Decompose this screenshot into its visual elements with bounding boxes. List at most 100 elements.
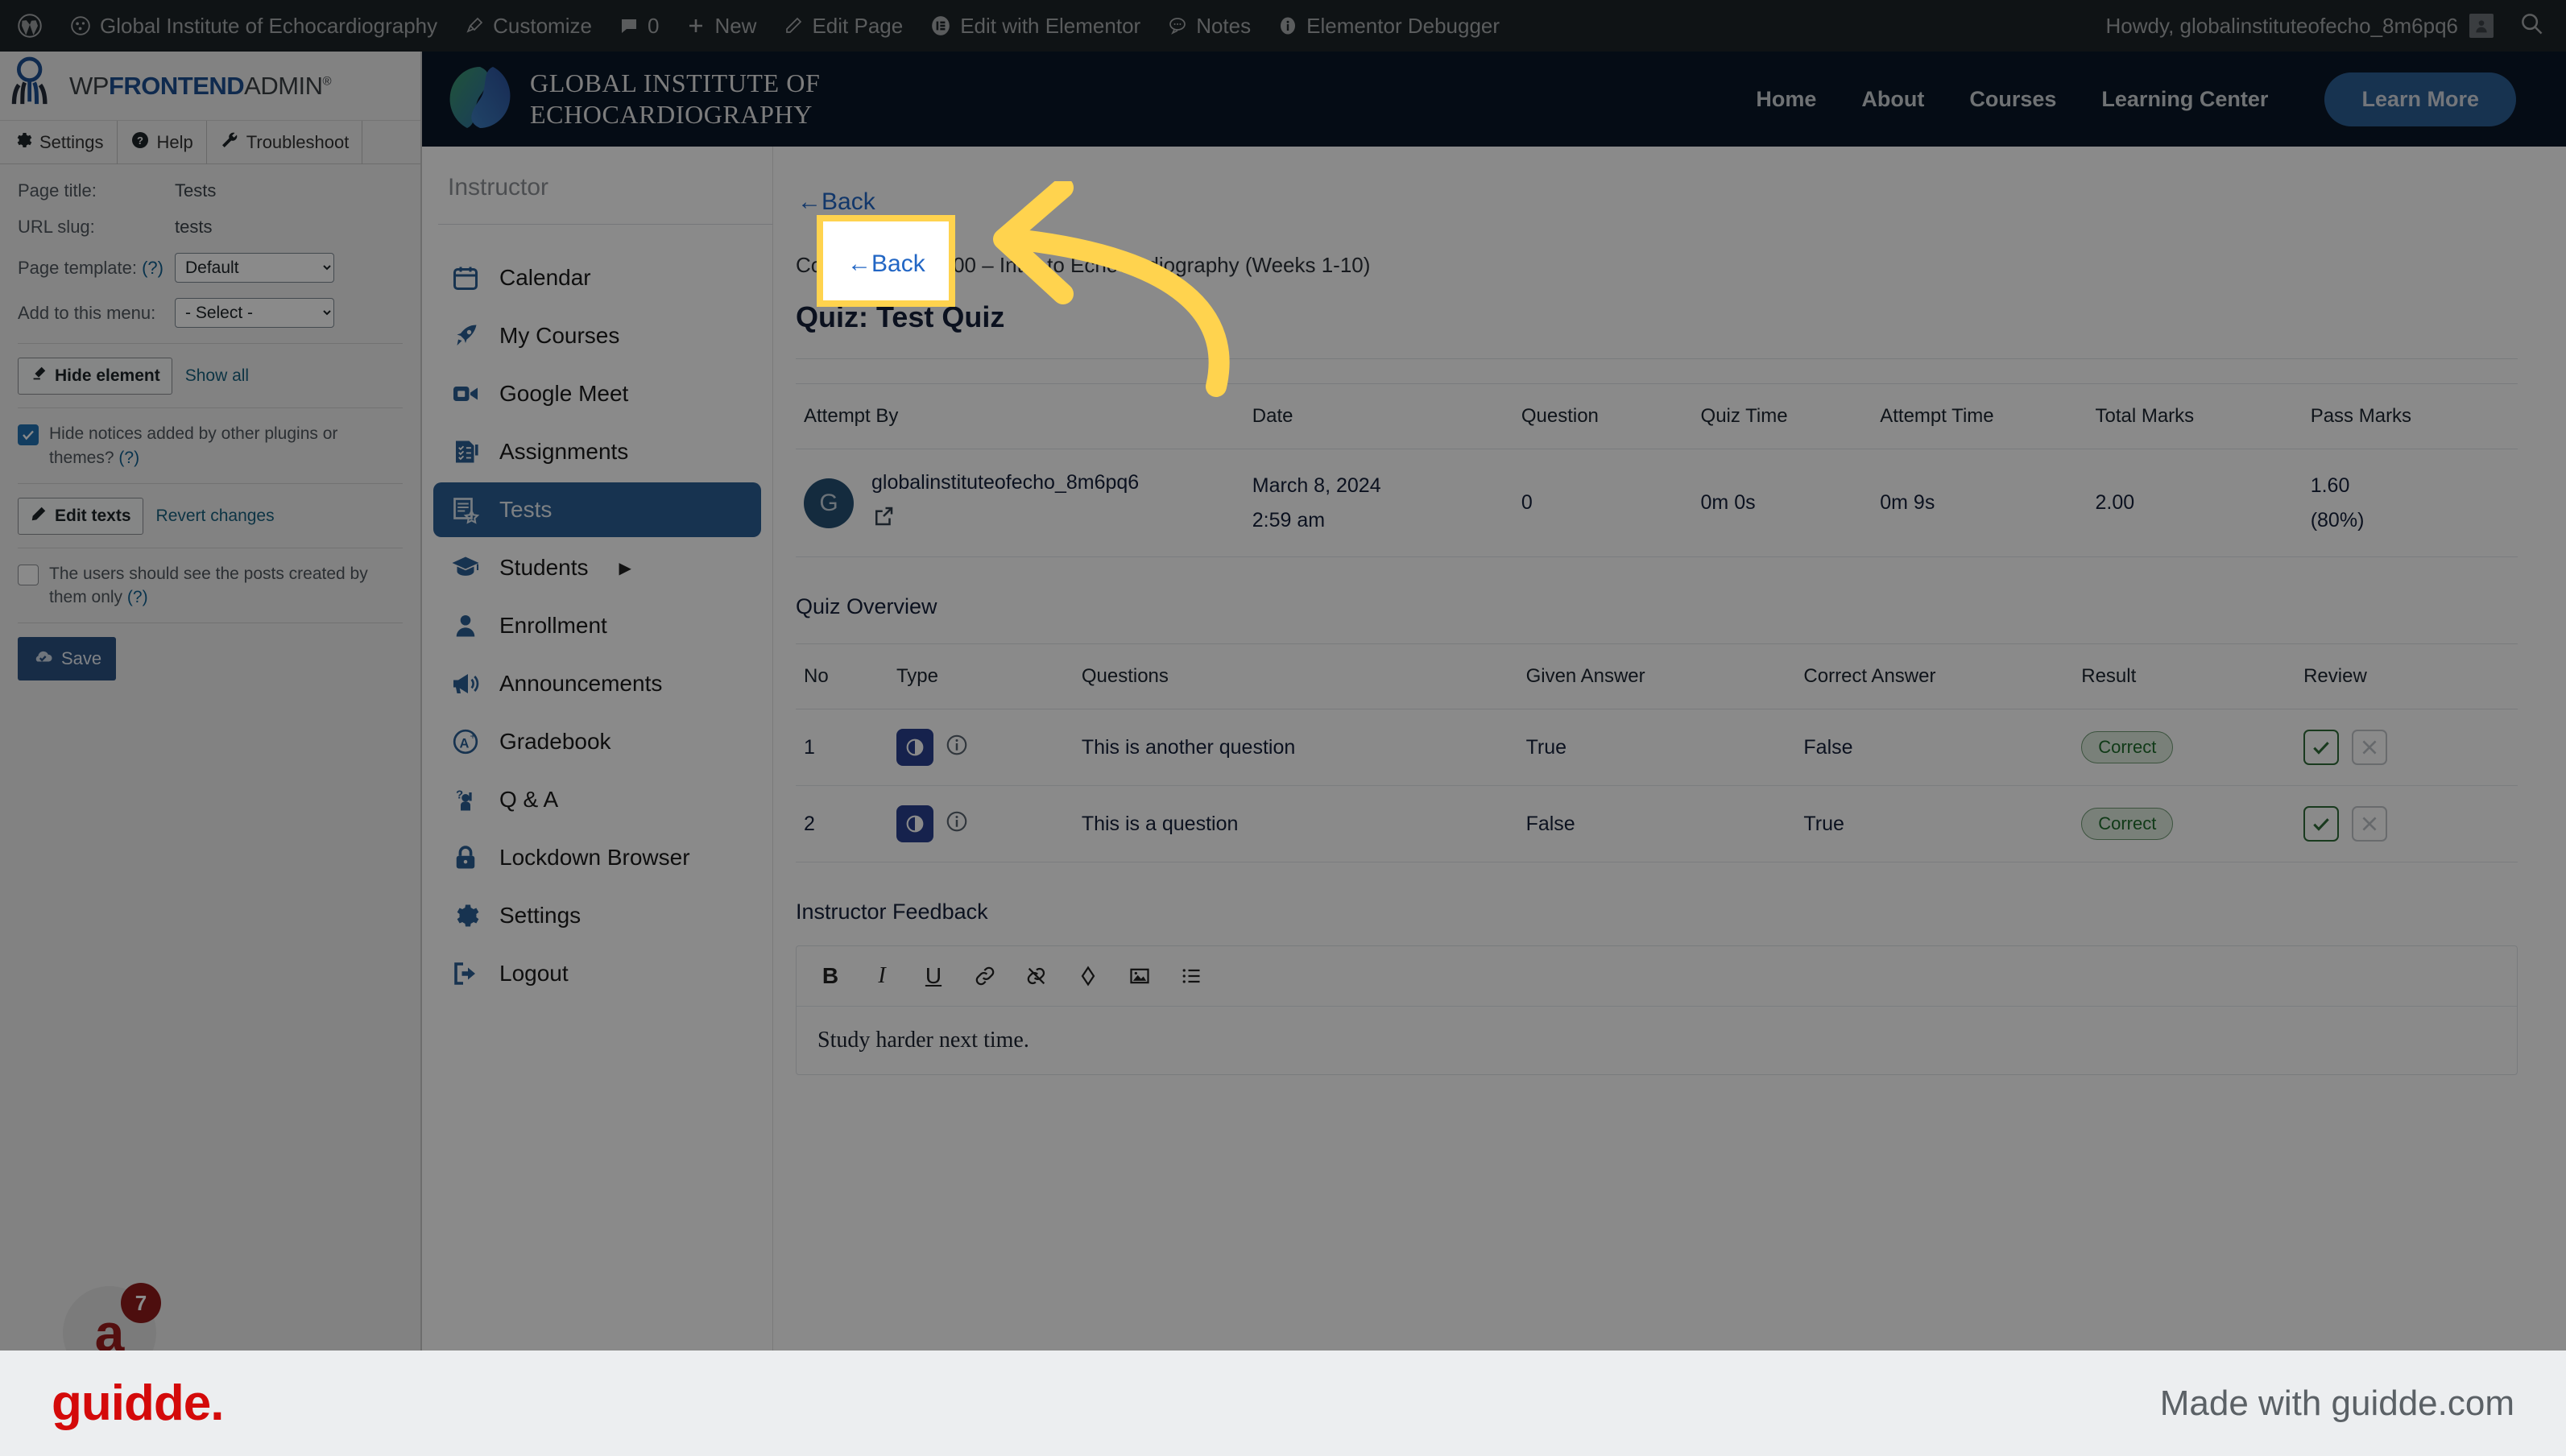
edit-texts-row: Edit texts Revert changes (18, 497, 403, 535)
sidebar-item-assignments[interactable]: Assignments (433, 424, 761, 479)
admin-bar-customize[interactable]: Customize (451, 0, 606, 52)
cell-no: 1 (796, 709, 888, 786)
highlighted-back-button[interactable]: ← Back (817, 215, 955, 307)
table-header-row: No Type Questions Given Answer Correct A… (796, 643, 2518, 709)
feedback-textarea[interactable]: Study harder next time. (797, 1007, 2517, 1074)
underline-icon[interactable]: U (921, 962, 946, 990)
page-title-value[interactable]: Tests (175, 180, 216, 201)
cell-question: This is a question (1073, 785, 1518, 862)
image-icon[interactable] (1127, 962, 1153, 990)
person-icon (449, 611, 482, 640)
hide-notices-checkbox[interactable] (18, 424, 39, 445)
sidebar-item-calendar[interactable]: Calendar (433, 250, 761, 305)
hide-notices-help-icon[interactable]: (?) (118, 449, 139, 467)
admin-bar-edit-page[interactable]: Edit Page (770, 0, 917, 52)
learn-more-button[interactable]: Learn More (2324, 72, 2516, 126)
admin-bar-howdy[interactable]: Howdy, globalinstituteofecho_8m6pq6 (2106, 14, 2506, 39)
users-posts-only-checkbox[interactable] (18, 564, 39, 585)
divider (18, 482, 403, 484)
nav-item-learning-center[interactable]: Learning Center (2101, 87, 2268, 112)
page-template-help-icon[interactable]: (?) (142, 258, 163, 278)
sidebar-item-label: Logout (499, 961, 569, 986)
url-slug-value[interactable]: tests (175, 217, 212, 238)
new-label: New (714, 13, 757, 38)
tab-troubleshoot[interactable]: Troubleshoot (207, 121, 363, 164)
link-icon[interactable] (972, 962, 998, 990)
mark-correct-button[interactable] (2303, 806, 2340, 842)
highlight-icon[interactable] (1075, 962, 1101, 990)
sidebar-item-gradebook[interactable]: A + Gradebook (433, 714, 761, 769)
users-posts-only-help-icon[interactable]: (?) (127, 588, 148, 606)
sidebar-item-label: Announcements (499, 671, 663, 696)
admin-bar-site-name[interactable]: Global Institute of Echocardiography (56, 0, 451, 52)
list-icon[interactable] (1178, 962, 1204, 990)
cell-date: March 8, 2024 2:59 am (1244, 449, 1513, 557)
type-wrapper (896, 729, 1066, 766)
hide-notices-row[interactable]: Hide notices added by other plugins or t… (18, 422, 403, 470)
users-posts-only-text: The users should see the posts created b… (49, 564, 368, 607)
col-no: No (796, 643, 888, 709)
mark-correct-button[interactable] (2303, 730, 2340, 765)
add-menu-select[interactable]: - Select - (175, 298, 334, 328)
info-circle-icon[interactable] (945, 809, 969, 839)
sidebar-item-qa[interactable]: ? Q & A (433, 772, 761, 827)
sidebar-item-google-meet[interactable]: Google Meet (433, 366, 761, 421)
certificate-icon (449, 495, 482, 524)
admin-bar-elementor-debugger[interactable]: Elementor Debugger (1264, 0, 1513, 52)
admin-bar-notes[interactable]: Notes (1154, 0, 1264, 52)
sidebar-item-tests[interactable]: Tests (433, 482, 761, 537)
col-questions: Questions (1073, 643, 1518, 709)
sidebar-item-announcements[interactable]: Announcements (433, 656, 761, 711)
chat-unread-badge: 7 (121, 1283, 161, 1323)
unlink-icon[interactable] (1024, 962, 1049, 990)
external-link-icon[interactable] (871, 504, 1139, 534)
col-pass-marks: Pass Marks (2302, 383, 2518, 449)
site-name-label: Global Institute of Echocardiography (100, 13, 438, 38)
show-all-link[interactable]: Show all (185, 366, 249, 386)
nav-item-courses[interactable]: Courses (1969, 87, 2056, 112)
cell-type (888, 785, 1074, 862)
site-brand[interactable]: GLOBAL INSTITUTE OF ECHOCARDIOGRAPHY (448, 64, 820, 135)
search-icon[interactable] (2506, 11, 2548, 41)
review-buttons (2303, 806, 2510, 842)
cell-given-answer: True (1517, 709, 1796, 786)
mark-incorrect-button[interactable] (2352, 730, 2388, 765)
attempt-by-name: globalinstituteofecho_8m6pq6 (871, 471, 1140, 494)
sidebar-item-enrollment[interactable]: Enrollment (433, 598, 761, 653)
sidebar-item-lockdown-browser[interactable]: Lockdown Browser (433, 830, 761, 885)
tab-help[interactable]: ? Help (118, 121, 207, 164)
page-template-select[interactable]: Default (175, 253, 334, 283)
save-button[interactable]: Save (18, 637, 117, 681)
admin-bar-comments[interactable]: 0 (606, 0, 673, 52)
users-posts-only-row[interactable]: The users should see the posts created b… (18, 562, 403, 610)
italic-icon[interactable]: I (869, 962, 895, 990)
sidebar-item-my-courses[interactable]: My Courses (433, 308, 761, 363)
wordmark-mid: FRONTEND (108, 71, 245, 100)
question-person-icon: ? (449, 785, 482, 814)
edit-texts-button[interactable]: Edit texts (18, 497, 143, 535)
admin-bar-new[interactable]: New (673, 0, 770, 52)
nav-item-home[interactable]: Home (1756, 87, 1816, 112)
mark-incorrect-button[interactable] (2352, 806, 2388, 842)
info-icon (1278, 16, 1297, 35)
wordpress-logo-menu[interactable] (0, 0, 56, 52)
sidebar-item-settings[interactable]: Settings (433, 888, 761, 943)
hide-notices-label: Hide notices added by other plugins or t… (49, 422, 403, 470)
info-circle-icon[interactable] (945, 733, 969, 763)
url-slug-label: URL slug: (18, 217, 95, 237)
elementor-debugger-label: Elementor Debugger (1306, 13, 1500, 38)
hide-element-button[interactable]: Hide element (18, 358, 172, 395)
nav-item-about[interactable]: About (1861, 87, 1924, 112)
tab-settings[interactable]: Settings (0, 121, 118, 164)
sidebar-item-students[interactable]: Students ▶ (433, 540, 761, 595)
admin-bar-edit-elementor[interactable]: Edit with Elementor (917, 0, 1154, 52)
sidebar-item-logout[interactable]: Logout (433, 946, 761, 1001)
back-button[interactable]: ← Back (846, 246, 927, 283)
chevron-right-icon[interactable]: ▶ (619, 558, 631, 578)
site-brand-text: GLOBAL INSTITUTE OF ECHOCARDIOGRAPHY (530, 68, 820, 130)
bold-icon[interactable]: B (817, 962, 843, 990)
status-badge: Correct (2081, 731, 2174, 763)
cell-no: 2 (796, 785, 888, 862)
revert-changes-link[interactable]: Revert changes (156, 507, 275, 526)
sidebar-item-label: Students (499, 555, 589, 580)
